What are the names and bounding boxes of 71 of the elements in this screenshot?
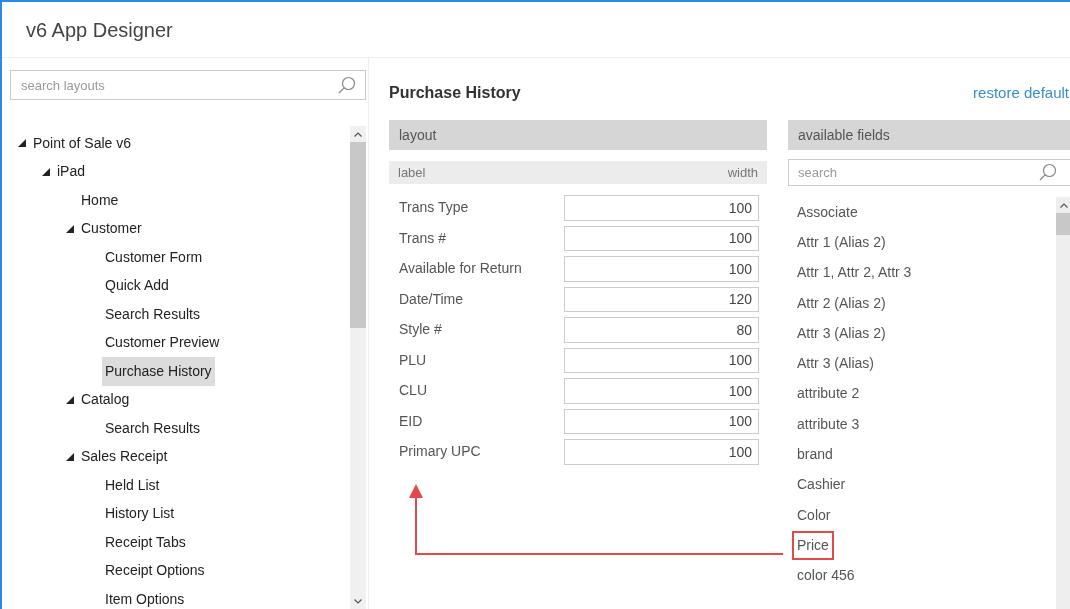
- available-field-item[interactable]: Attr 3 (Alias): [792, 349, 879, 379]
- scroll-up-icon[interactable]: [1060, 202, 1068, 208]
- search-field[interactable]: search layouts: [10, 70, 366, 100]
- tree-item[interactable]: Search Results: [102, 299, 203, 329]
- available-field-item[interactable]: attribute 2: [792, 379, 865, 409]
- field-label: PLU: [399, 350, 428, 370]
- search-icon: [1039, 163, 1057, 181]
- page-title: Purchase History: [389, 83, 521, 103]
- available-field-item[interactable]: Attr 1 (Alias 2): [792, 227, 891, 257]
- window-title: v6 App Designer: [26, 17, 173, 43]
- expander-triangle-icon[interactable]: [42, 167, 50, 176]
- scrollbar[interactable]: [350, 126, 366, 609]
- scroll-up-icon[interactable]: [354, 131, 362, 137]
- width-input[interactable]: 100: [564, 408, 759, 434]
- field-label: Primary UPC: [399, 442, 482, 462]
- available-field-item[interactable]: Color: [792, 500, 836, 530]
- tree-item[interactable]: Receipt Options: [102, 556, 208, 586]
- field-label: Date/Time: [399, 289, 465, 309]
- search-icon: [338, 76, 356, 94]
- expander-triangle-icon[interactable]: [18, 139, 26, 148]
- tree-item[interactable]: Sales Receipt: [78, 442, 171, 472]
- tree-item[interactable]: Home: [78, 185, 122, 215]
- scrollbar[interactable]: [1056, 197, 1070, 609]
- search-field[interactable]: search: [788, 159, 1070, 186]
- width-input[interactable]: 100: [564, 347, 759, 373]
- tree-item[interactable]: Receipt Tabs: [102, 527, 189, 557]
- width-input[interactable]: 120: [564, 286, 759, 312]
- scroll-thumb[interactable]: [1056, 213, 1070, 235]
- width-input[interactable]: 100: [564, 256, 759, 282]
- expander-triangle-icon[interactable]: [66, 224, 74, 233]
- available-field-item[interactable]: Attr 3 (Alias 2): [792, 318, 891, 348]
- available-field-item[interactable]: color 456: [792, 561, 860, 591]
- section-header: available fields: [788, 120, 1070, 150]
- column-label: label: [398, 163, 426, 182]
- expander-triangle-icon[interactable]: [66, 452, 74, 461]
- tree-item[interactable]: Quick Add: [102, 271, 172, 301]
- tree-item[interactable]: iPad: [54, 157, 89, 187]
- tree-item[interactable]: Held List: [102, 470, 163, 500]
- width-input[interactable]: 100: [564, 439, 759, 465]
- width-input[interactable]: 100: [564, 225, 759, 251]
- column-label: width: [727, 163, 758, 182]
- available-field-item[interactable]: Attr 2 (Alias 2): [792, 288, 891, 318]
- tree-item[interactable]: Customer Preview: [102, 328, 223, 358]
- tree-item[interactable]: Point of Sale v6: [30, 128, 135, 158]
- available-field-item[interactable]: attribute 3: [792, 409, 865, 439]
- available-field-item[interactable]: Cashier: [792, 470, 851, 500]
- tree-item[interactable]: Catalog: [78, 385, 133, 415]
- tree-item[interactable]: Customer Form: [102, 242, 206, 272]
- tree-item[interactable]: Item Options: [102, 584, 188, 609]
- field-label: EID: [399, 411, 424, 431]
- section-header: layout: [389, 120, 767, 150]
- scroll-down-icon[interactable]: [354, 598, 362, 604]
- width-input[interactable]: 80: [564, 317, 759, 343]
- restore-default-link[interactable]: restore default: [973, 81, 1069, 105]
- available-field-item[interactable]: brand: [792, 440, 838, 469]
- width-input[interactable]: 100: [564, 195, 759, 221]
- field-label: Style #: [399, 320, 443, 340]
- field-label: Available for Return: [399, 259, 523, 279]
- tree-item[interactable]: History List: [102, 499, 178, 529]
- width-input[interactable]: 100: [564, 378, 759, 404]
- expander-triangle-icon[interactable]: [66, 395, 74, 404]
- available-field-item[interactable]: Associate: [792, 197, 863, 227]
- field-label: Trans #: [399, 228, 447, 248]
- scroll-thumb[interactable]: [350, 142, 366, 328]
- available-field-item[interactable]: Price: [792, 530, 834, 560]
- tree-item[interactable]: Search Results: [102, 413, 203, 443]
- available-field-item[interactable]: Attr 1, Attr 2, Attr 3: [792, 258, 917, 288]
- field-label: Trans Type: [399, 198, 470, 218]
- tree-item[interactable]: Purchase History: [102, 356, 215, 386]
- tree-item[interactable]: Customer: [78, 214, 145, 244]
- field-label: CLU: [399, 381, 428, 401]
